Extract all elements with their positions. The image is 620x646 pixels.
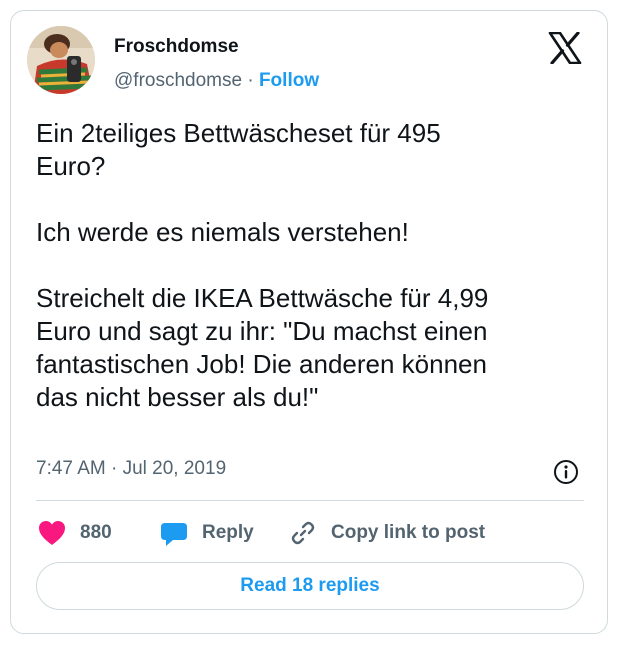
info-icon[interactable]: [553, 459, 579, 485]
speech-bubble-icon: [161, 523, 187, 546]
avatar-image: [27, 26, 95, 94]
reply-label: Reply: [202, 522, 254, 543]
copy-link-button[interactable]: Copy link to post: [289, 517, 485, 549]
like-count: 880: [80, 522, 112, 543]
heart-icon: [39, 521, 65, 545]
author-handle-row: @froschdomse · Follow: [114, 70, 319, 92]
author-handle[interactable]: @froschdomse: [114, 70, 242, 91]
post-timestamp[interactable]: 7:47 AM · Jul 20, 2019: [36, 458, 226, 480]
post-date[interactable]: Jul 20, 2019: [123, 458, 227, 479]
like-button[interactable]: 880: [38, 517, 112, 549]
handle-separator: ·: [247, 70, 254, 91]
timestamp-separator: ·: [111, 458, 118, 479]
reply-button[interactable]: Reply: [160, 517, 254, 549]
x-logo-icon[interactable]: [548, 31, 582, 65]
post-time[interactable]: 7:47 AM: [36, 458, 106, 479]
divider: [36, 500, 584, 501]
follow-button[interactable]: Follow: [259, 70, 319, 91]
read-replies-button[interactable]: Read 18 replies: [36, 562, 584, 610]
author-name[interactable]: Froschdomse: [114, 36, 239, 58]
copy-link-label: Copy link to post: [331, 522, 486, 543]
post-text: Ein 2teiliges Bettwäscheset für 495 Euro…: [36, 118, 489, 412]
avatar[interactable]: [27, 26, 95, 94]
link-icon: [291, 521, 315, 545]
read-replies-label: Read 18 replies: [240, 575, 380, 596]
